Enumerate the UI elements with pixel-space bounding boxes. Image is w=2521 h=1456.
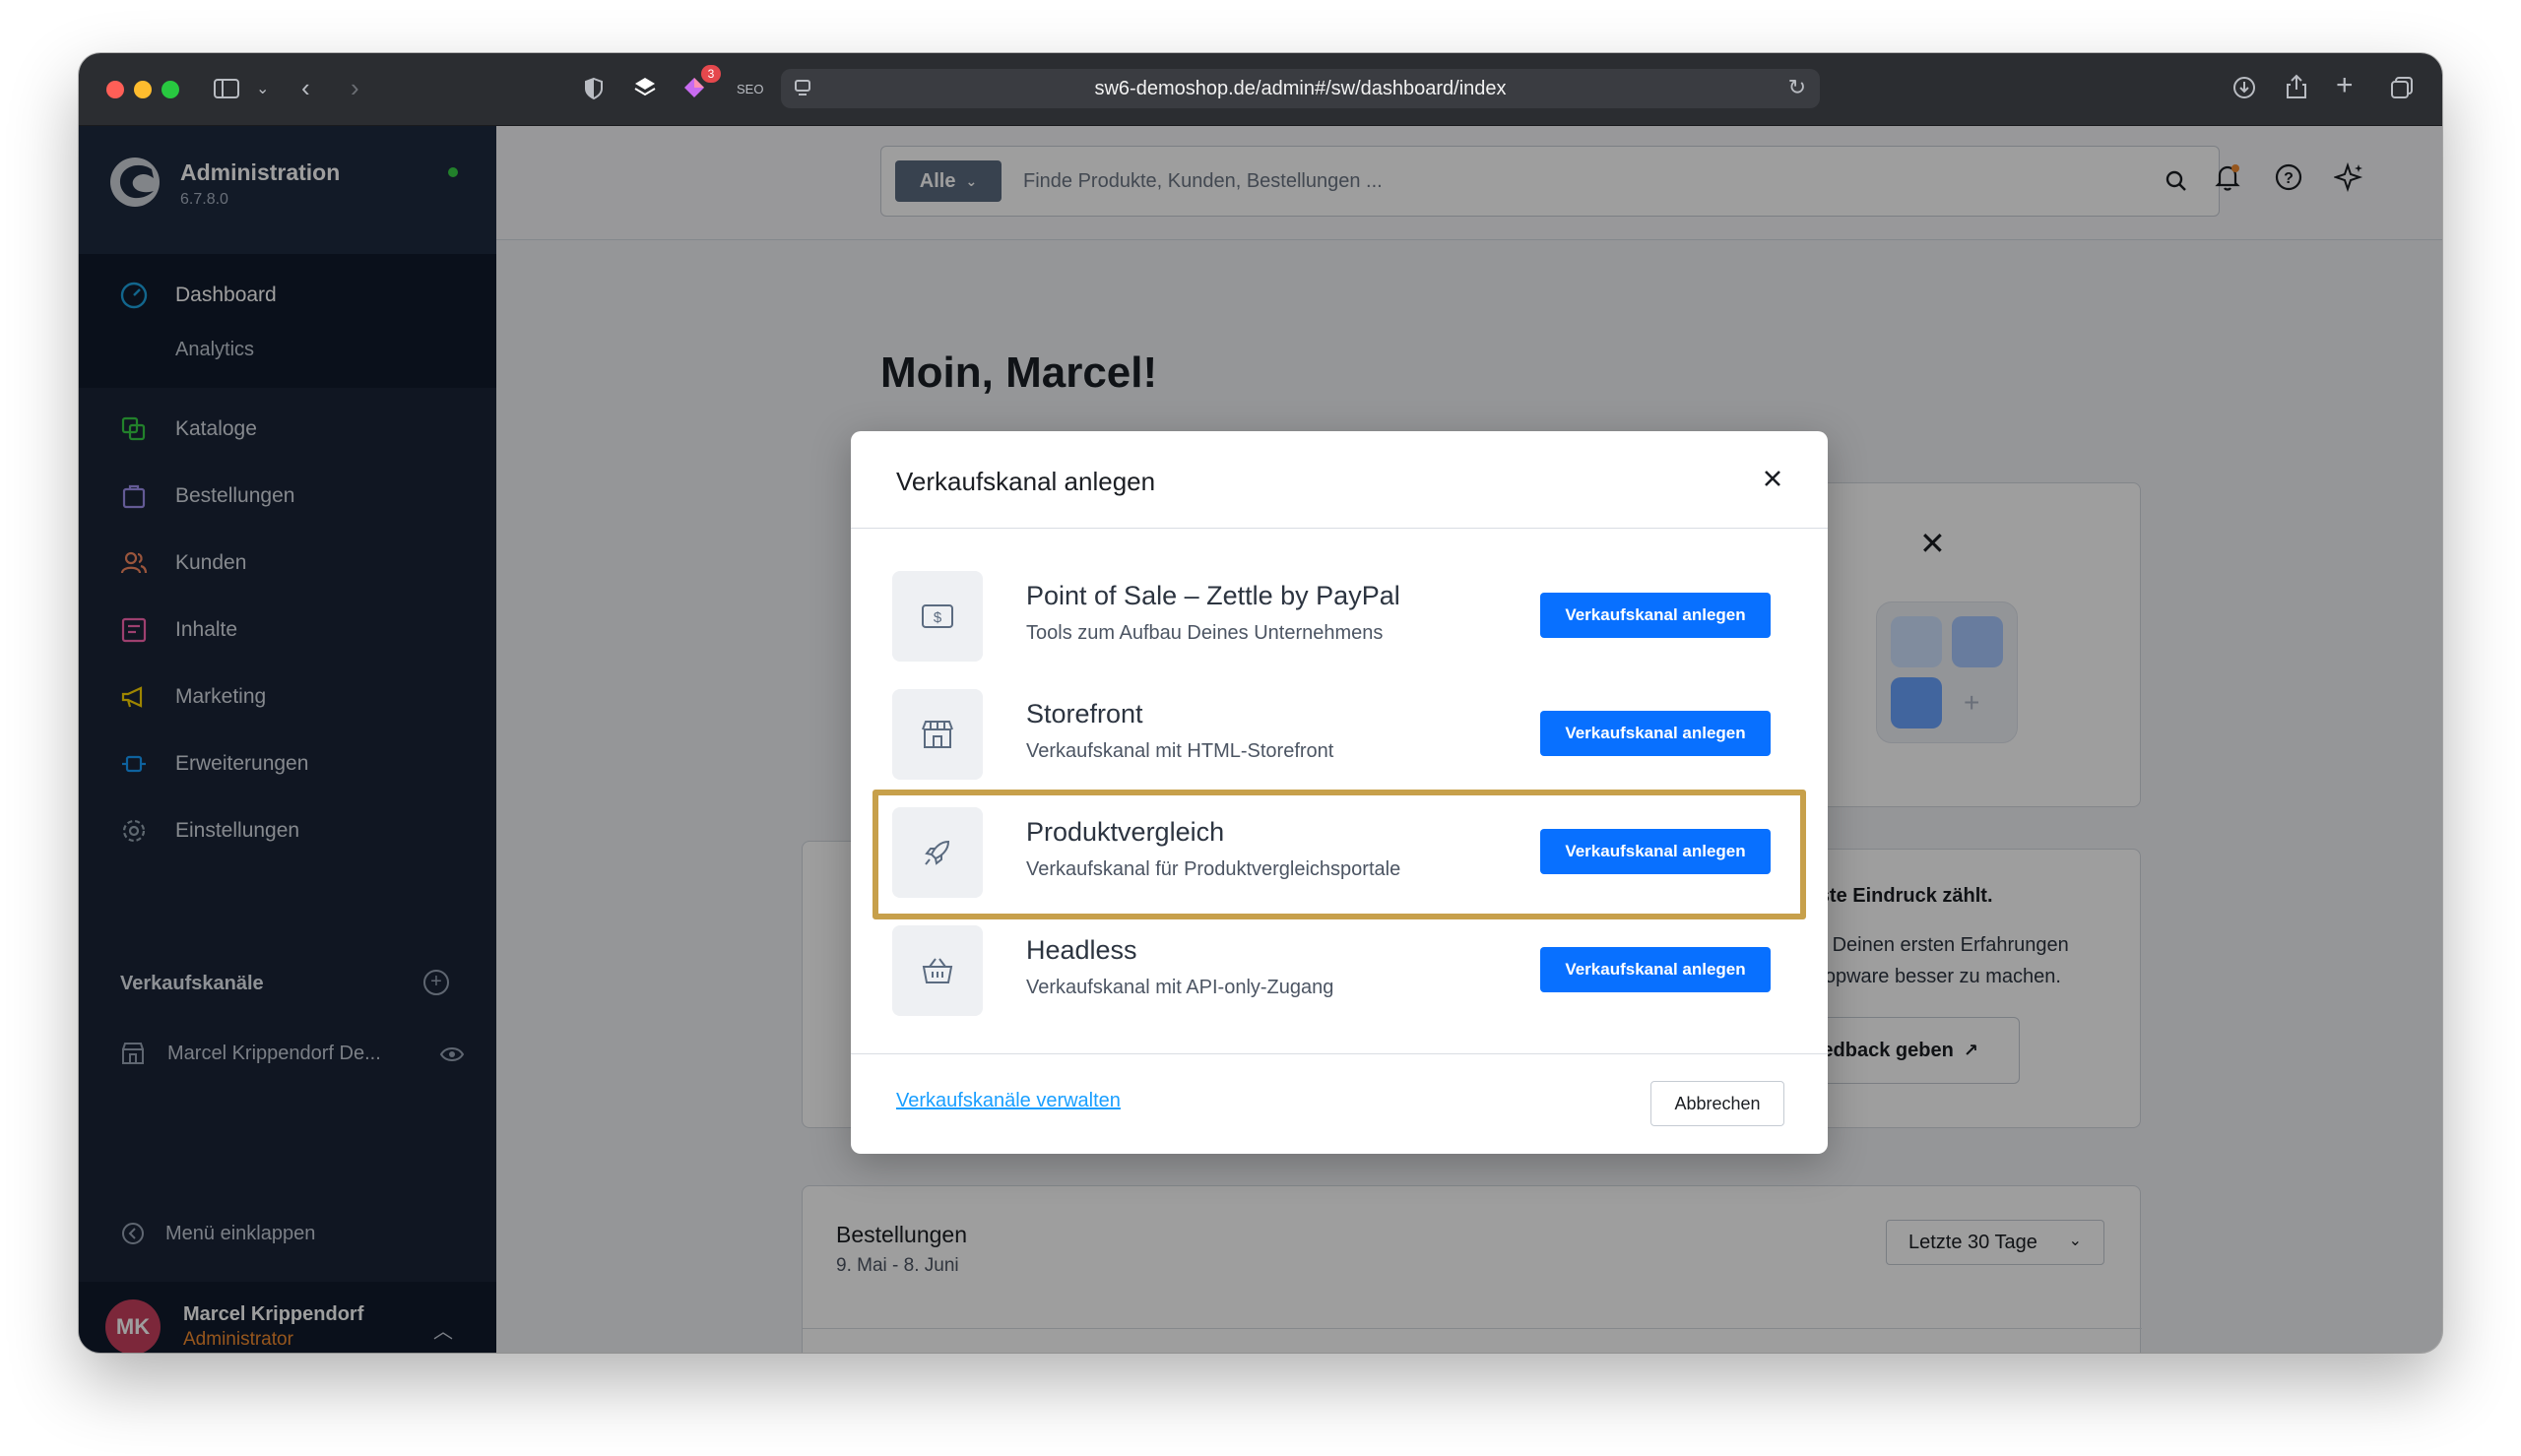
download-icon[interactable] [2231, 75, 2257, 104]
basket-icon [892, 925, 983, 1016]
modal-header-divider [851, 528, 1828, 529]
layers-extension-icon[interactable] [632, 75, 658, 104]
chevron-down-icon[interactable]: ⌄ [256, 77, 269, 102]
channel-type-description: Verkaufskanal mit HTML-Storefront [1026, 740, 1334, 762]
channel-type-description: Verkaufskanal mit API-only-Zugang [1026, 977, 1334, 998]
cancel-button[interactable]: Abbrechen [1650, 1081, 1784, 1126]
highlight-frame [873, 790, 1806, 919]
svg-text:$: $ [934, 609, 942, 626]
browser-window: ⌄ ‹ › 3 SEO sw6-demoshop.de/admin#/sw/da… [79, 53, 2442, 1353]
url-text: sw6-demoshop.de/admin#/sw/dashboard/inde… [1094, 77, 1507, 99]
sidebar-toggle-icon[interactable] [213, 77, 240, 104]
address-bar[interactable]: sw6-demoshop.de/admin#/sw/dashboard/inde… [781, 69, 1820, 108]
create-pos-channel-button[interactable]: Verkaufskanal anlegen [1540, 593, 1771, 638]
new-tab-icon[interactable]: + [2336, 71, 2354, 100]
share-icon[interactable] [2285, 73, 2308, 104]
browser-toolbar: ⌄ ‹ › 3 SEO sw6-demoshop.de/admin#/sw/da… [79, 53, 2442, 126]
storefront-icon [892, 689, 983, 780]
channel-type-title: Point of Sale – Zettle by PayPal [1026, 581, 1400, 610]
create-headless-channel-button[interactable]: Verkaufskanal anlegen [1540, 947, 1771, 992]
create-sales-channel-modal: Verkaufskanal anlegen $ Point of Sale – … [851, 431, 1828, 1154]
modal-footer-divider [851, 1053, 1828, 1054]
back-icon[interactable]: ‹ [301, 75, 310, 100]
close-icon[interactable] [1755, 461, 1790, 496]
reload-icon[interactable]: ↻ [1788, 75, 1806, 100]
cash-register-icon: $ [892, 571, 983, 662]
minimize-window-button[interactable] [134, 81, 152, 98]
tab-overview-icon[interactable] [2389, 75, 2415, 104]
channel-type-title: Storefront [1026, 699, 1143, 728]
forward-icon[interactable]: › [351, 75, 359, 100]
extension-badge: 3 [701, 65, 721, 83]
modal-title: Verkaufskanal anlegen [896, 467, 1156, 496]
close-window-button[interactable] [106, 81, 124, 98]
channel-type-title: Headless [1026, 935, 1137, 965]
seo-extension-label[interactable]: SEO [737, 82, 763, 96]
create-storefront-channel-button[interactable]: Verkaufskanal anlegen [1540, 711, 1771, 756]
manage-sales-channels-link[interactable]: Verkaufskanäle verwalten [896, 1090, 1121, 1112]
zoom-window-button[interactable] [162, 81, 179, 98]
channel-type-description: Tools zum Aufbau Deines Unternehmens [1026, 622, 1384, 644]
shield-icon[interactable] [583, 77, 605, 104]
page-settings-icon[interactable] [793, 77, 814, 104]
